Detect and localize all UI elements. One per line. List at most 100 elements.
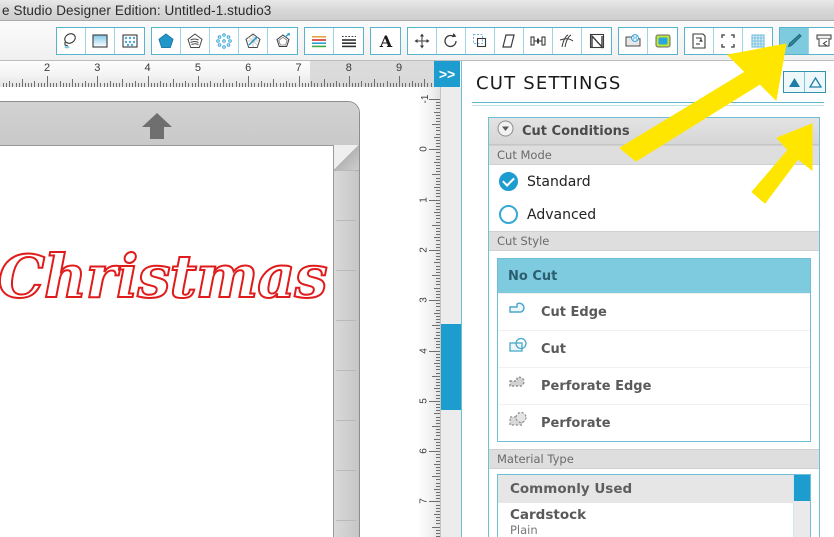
toolbar-group-shape [151, 26, 298, 55]
cut-style-option-cut[interactable]: Cut [498, 331, 810, 368]
horizontal-ruler[interactable]: 2 3 4 5 6 7 8 9 [0, 61, 434, 88]
cut-edge-icon [508, 299, 532, 326]
ruler-tick [432, 225, 440, 226]
collapse-all-button[interactable] [784, 72, 805, 92]
cut-icon [508, 336, 532, 363]
svg-text:A: A [378, 32, 392, 51]
ruler-tick [429, 149, 440, 150]
cut-mode-option-advanced[interactable]: Advanced [489, 198, 819, 231]
sketch-icon[interactable] [181, 27, 210, 54]
mat-tick [336, 470, 356, 471]
mat-tick [336, 270, 356, 271]
ruler-tick [324, 79, 325, 87]
shear-icon[interactable] [495, 27, 524, 54]
ruler-tick [22, 79, 23, 87]
cut-style-option-perforate[interactable]: Perforate [498, 405, 810, 441]
feed-direction-arrow-icon [136, 111, 178, 146]
page-setup-icon[interactable] [685, 27, 714, 54]
store-icon[interactable] [648, 27, 677, 54]
ruler-tick-label: 0 [419, 146, 430, 153]
text-style-icon[interactable]: A [371, 27, 400, 54]
ruler-tick [374, 79, 375, 87]
nesting-icon[interactable] [582, 27, 611, 54]
cut-style-option-perforate-edge[interactable]: Perforate Edge [498, 368, 810, 405]
material-item-cardstock[interactable]: Cardstock Plain [498, 503, 810, 537]
send-to-cutter-icon[interactable] [809, 27, 834, 54]
line-style-icon[interactable] [334, 27, 363, 54]
cut-mode-advanced-label: Advanced [527, 206, 597, 223]
toolbar-group-page [684, 26, 773, 55]
ruler-tick-label: 6 [245, 62, 252, 74]
mat-tick [336, 220, 356, 221]
replicate-icon[interactable] [553, 27, 582, 54]
mat-corner-fold [333, 145, 359, 171]
perforate-edge-icon [508, 373, 532, 400]
vertical-ruler[interactable]: -1 0 1 2 3 4 5 6 7 [419, 87, 441, 537]
cut-style-list: No Cut Cut Edge Cut Perforate Edge Perfo… [497, 258, 811, 442]
ruler-tick-label: 5 [419, 398, 430, 404]
mat-tick [336, 170, 356, 171]
expand-all-button[interactable] [805, 72, 825, 92]
cut-settings-pen-icon[interactable] [780, 27, 809, 54]
align-icon[interactable] [524, 27, 553, 54]
ruler-tick [432, 426, 440, 427]
line-color-icon[interactable] [305, 27, 334, 54]
fill-color-icon[interactable] [57, 27, 86, 54]
cut-style-option-cut-edge[interactable]: Cut Edge [498, 294, 810, 331]
material-type-list[interactable]: Commonly Used Cardstock Plain Vinyl [497, 474, 811, 537]
move-icon[interactable] [408, 27, 437, 54]
ruler-tick [72, 79, 73, 87]
ruler-tick [432, 376, 440, 377]
radio-standard-icon[interactable] [499, 172, 518, 191]
ruler-tick [432, 527, 440, 528]
scrollbar-thumb[interactable] [441, 324, 461, 410]
ruler-tick-label: 2 [43, 62, 51, 74]
my-library-icon[interactable]: M [619, 27, 648, 54]
toolbar-group-cut [779, 26, 834, 55]
material-type-subheader: Material Type [489, 449, 819, 469]
mat-edge-ticks [334, 170, 358, 537]
chevron-down-icon[interactable] [497, 120, 514, 142]
panel-expand-button[interactable]: >> [434, 61, 460, 87]
rotate-icon[interactable] [437, 27, 466, 54]
ruler-tick [432, 275, 440, 276]
design-canvas[interactable]: Christmas [0, 87, 419, 537]
ruler-tick-label: 9 [396, 62, 403, 74]
cut-mode-option-standard[interactable]: Standard [489, 165, 819, 198]
material-group-commonly-used[interactable]: Commonly Used [498, 475, 810, 503]
mat-tick [336, 420, 356, 421]
ruler-tick-label: 4 [419, 347, 430, 354]
ruler-tick [429, 451, 440, 452]
scale-icon[interactable] [466, 27, 495, 54]
ruler-tick-label: 6 [419, 448, 430, 454]
ruler-tick [432, 325, 440, 326]
mat-tick [336, 320, 356, 321]
ruler-tick [432, 174, 440, 175]
cut-settings-panel: CUT SETTINGS Cut Conditions Cut Mode Sta… [461, 61, 834, 537]
ruler-tick-label: 2 [419, 247, 430, 253]
ruler-tick [429, 351, 440, 352]
cut-style-cut-label: Cut [541, 341, 567, 357]
radio-advanced-icon[interactable] [499, 205, 518, 224]
knife-tool-icon[interactable] [239, 27, 268, 54]
gradient-fill-icon[interactable] [86, 27, 115, 54]
rhinestone-icon[interactable] [210, 27, 239, 54]
material-scrollbar-thumb[interactable] [794, 475, 810, 501]
mat-tick [336, 370, 356, 371]
ruler-tick-label: 3 [94, 62, 101, 74]
panel-expand-label: >> [438, 66, 456, 82]
cut-style-option-no-cut[interactable]: No Cut [498, 259, 810, 294]
ruler-tick-label: 7 [295, 62, 302, 74]
canvas-vertical-scrollbar[interactable] [440, 87, 462, 537]
artwork-christmas-text[interactable]: Christmas [0, 241, 329, 312]
panel-scroll-area[interactable]: Cut Conditions Cut Mode Standard Advance… [462, 111, 834, 537]
offset-icon[interactable] [268, 27, 297, 54]
grid-icon[interactable] [743, 27, 772, 54]
registration-marks-icon[interactable] [714, 27, 743, 54]
pattern-fill-icon[interactable] [115, 27, 144, 54]
cut-mode-subheader: Cut Mode [489, 145, 819, 165]
svg-text:M: M [633, 36, 637, 42]
cut-conditions-header[interactable]: Cut Conditions [489, 118, 819, 145]
shape-fill-icon[interactable] [152, 27, 181, 54]
material-list-scrollbar[interactable] [793, 475, 810, 537]
